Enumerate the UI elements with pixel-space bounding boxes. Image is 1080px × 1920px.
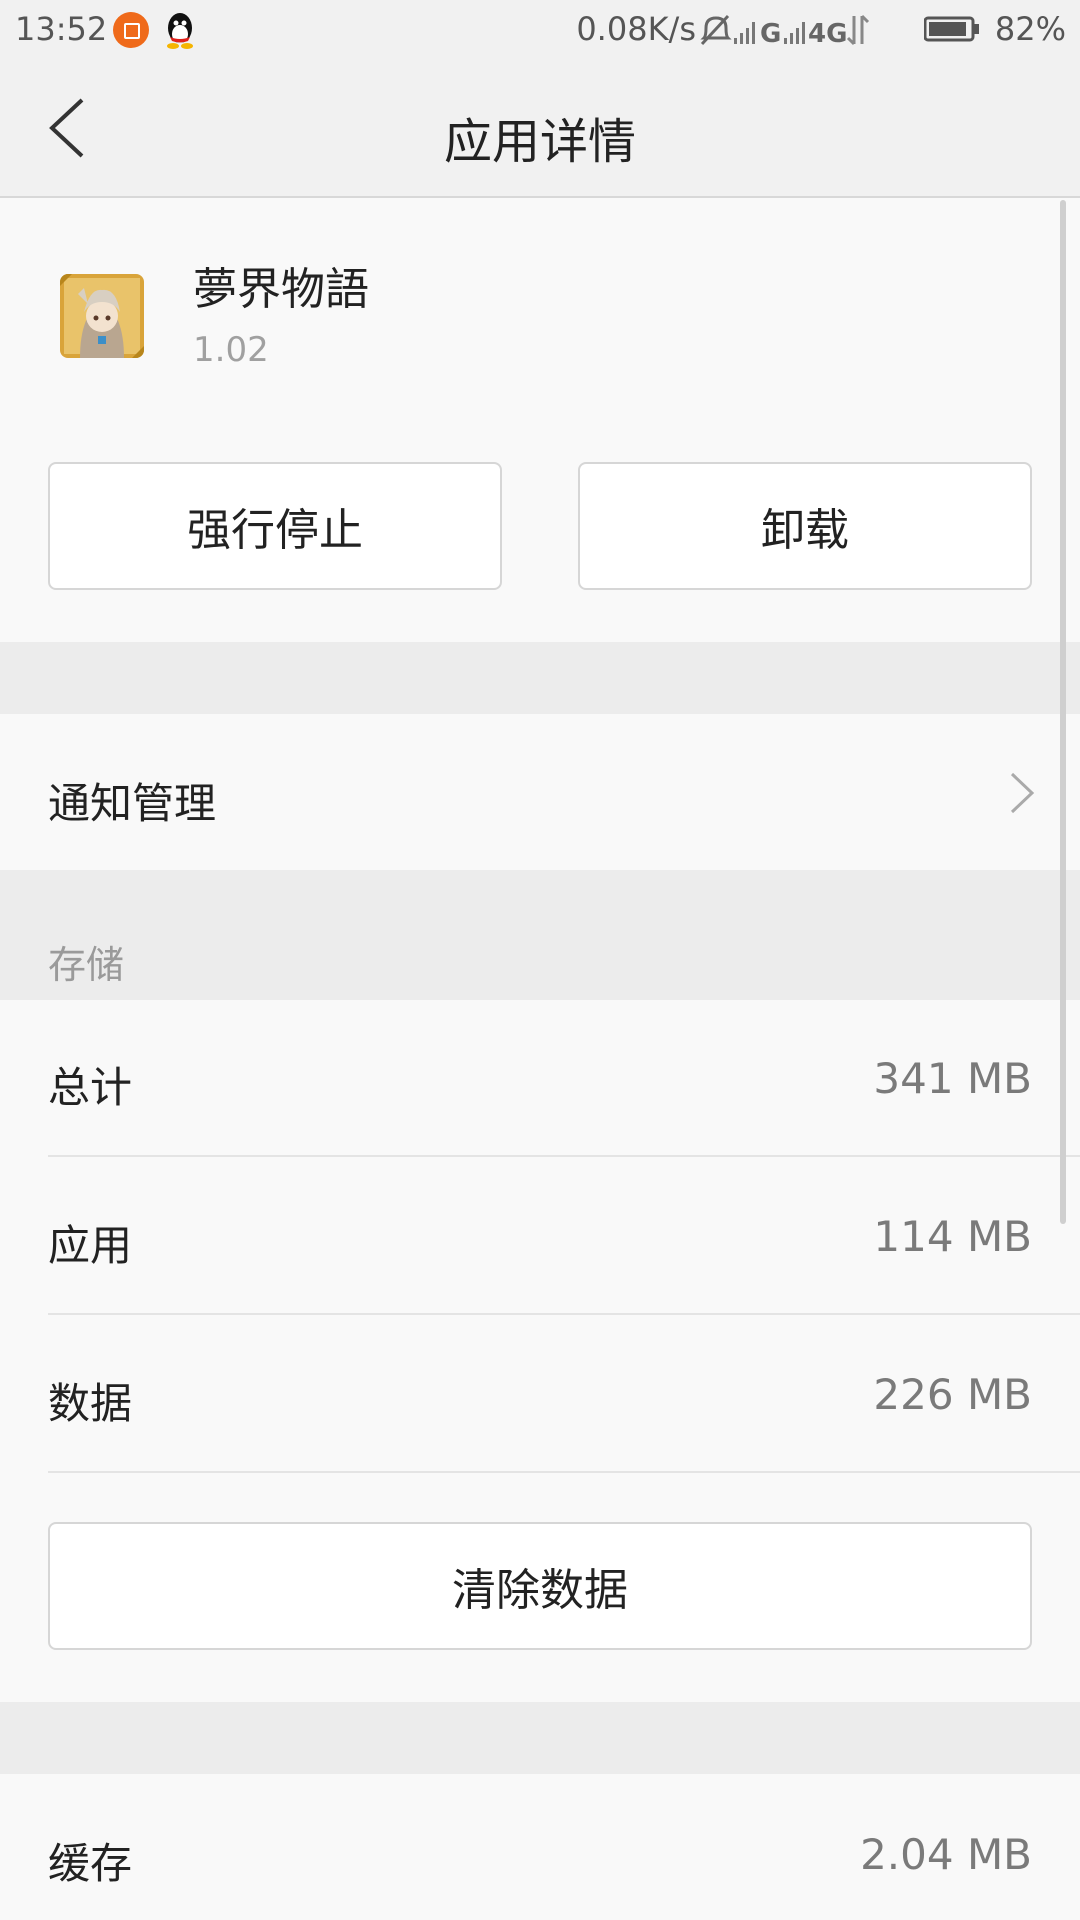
network-4g-label: 4G [808,19,847,48]
app-icon [60,274,144,358]
storage-section-header: 存储 [0,870,1080,1000]
qq-icon [167,13,193,49]
storage-row-label: 应用 [48,1221,133,1270]
uninstall-button[interactable]: 卸载 [578,462,1032,590]
force-stop-button[interactable]: 强行停止 [48,462,502,590]
storage-row-label: 总计 [48,1063,133,1112]
storage-section-title: 存储 [48,943,125,987]
battery-percent: 82% [994,10,1066,48]
app-version: 1.02 [193,330,269,370]
app-details-screen: 13:52 0.08K/s G 4G 82% 应用详情 夢界物語 1.02 强行… [0,0,1080,1920]
cache-label: 缓存 [48,1839,133,1888]
storage-panel: 总计 341 MB 应用 114 MB 数据 226 MB 清除数据 [0,1000,1080,1702]
data-arrows-icon [846,14,870,46]
status-bar: 13:52 0.08K/s G 4G 82% [0,0,1080,62]
signal-icon [784,22,805,44]
cache-row: 缓存 2.04 MB [0,1774,1080,1920]
storage-row-value: 341 MB [873,1054,1032,1103]
mute-bell-icon [700,14,732,46]
status-time: 13:52 [15,10,108,48]
divider [48,1313,1080,1315]
divider [48,1471,1080,1473]
storage-row-data: 数据 226 MB [0,1316,1080,1473]
net-speed: 0.08K/s [576,10,696,48]
app-notification-icon [113,12,149,48]
notification-label: 通知管理 [48,779,217,828]
storage-row-total: 总计 341 MB [0,1000,1080,1157]
app-name: 夢界物語 [193,264,369,315]
app-info-panel: 夢界物語 1.02 强行停止 卸载 [0,198,1080,642]
storage-row-label: 数据 [48,1379,133,1428]
signal-icon [734,22,755,44]
cache-value: 2.04 MB [860,1830,1032,1879]
status-right: 0.08K/s G 4G 82% [506,10,1066,50]
page-title: 应用详情 [443,114,636,170]
title-bar: 应用详情 [0,62,1080,198]
network-icons: G 4G [700,14,870,48]
storage-row-app: 应用 114 MB [0,1158,1080,1315]
scrollbar[interactable] [1060,200,1066,1224]
divider [48,1155,1080,1157]
clear-data-button[interactable]: 清除数据 [48,1522,1032,1650]
storage-row-value: 226 MB [873,1370,1032,1419]
battery-icon [924,16,979,42]
notification-management-row[interactable]: 通知管理 [0,714,1080,870]
storage-row-value: 114 MB [873,1212,1032,1261]
chevron-right-icon [1010,772,1035,814]
network-g-label: G [760,19,781,48]
